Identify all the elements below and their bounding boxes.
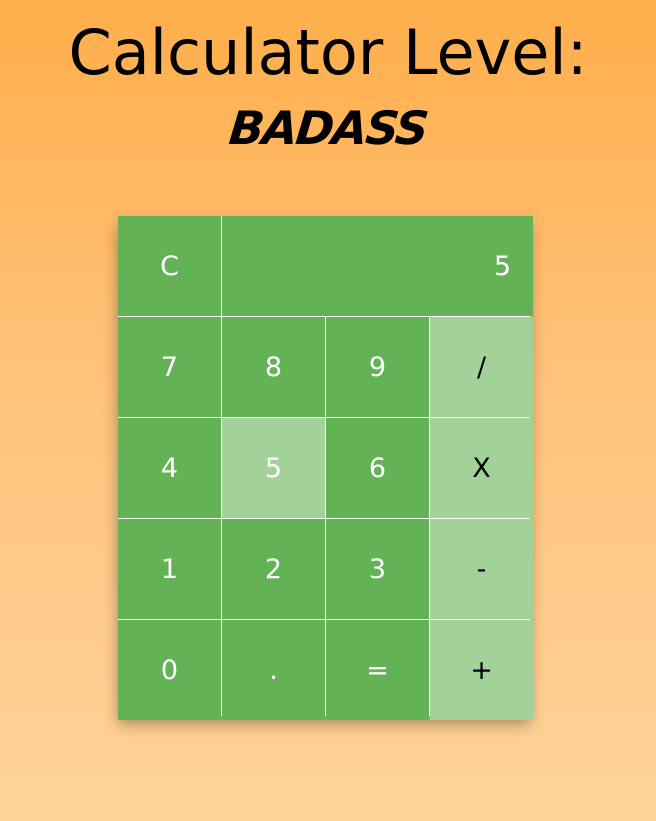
equals-button[interactable]: =	[326, 620, 429, 720]
add-button[interactable]: +	[430, 620, 533, 720]
key-3-button[interactable]: 3	[326, 519, 429, 619]
page-subtitle: BADASS	[226, 101, 430, 155]
calculator-display: 5	[222, 216, 533, 316]
page-title: Calculator Level:	[68, 16, 588, 89]
key-7-button[interactable]: 7	[118, 317, 221, 417]
key-8-button[interactable]: 8	[222, 317, 325, 417]
clear-button[interactable]: C	[118, 216, 221, 316]
key-5-button[interactable]: 5	[222, 418, 325, 518]
key-4-button[interactable]: 4	[118, 418, 221, 518]
calculator: C 5 7 8 9 / 4 5 6 X 1 2 3 - 0 . = +	[118, 216, 533, 720]
header: Calculator Level: BADASS	[0, 0, 656, 158]
decimal-button[interactable]: .	[222, 620, 325, 720]
key-0-button[interactable]: 0	[118, 620, 221, 720]
key-2-button[interactable]: 2	[222, 519, 325, 619]
divide-button[interactable]: /	[430, 317, 533, 417]
key-9-button[interactable]: 9	[326, 317, 429, 417]
subtract-button[interactable]: -	[430, 519, 533, 619]
key-1-button[interactable]: 1	[118, 519, 221, 619]
multiply-button[interactable]: X	[430, 418, 533, 518]
key-6-button[interactable]: 6	[326, 418, 429, 518]
